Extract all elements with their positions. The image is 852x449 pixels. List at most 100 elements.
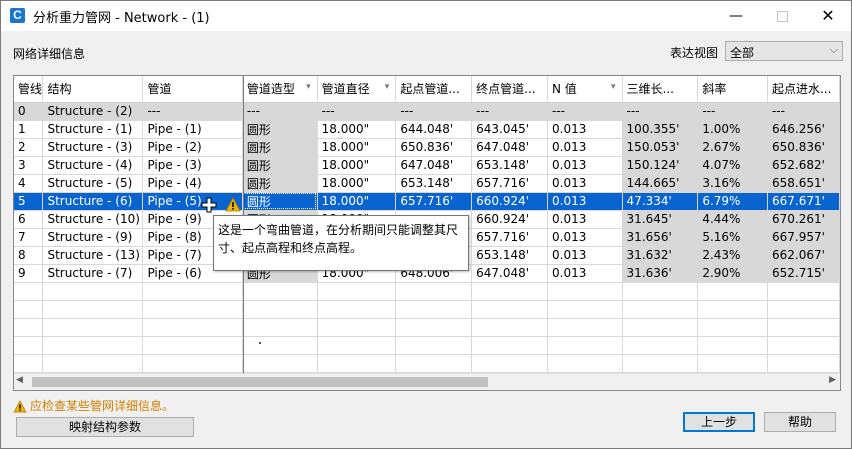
table-cell[interactable]: Structure - (13) — [42, 246, 144, 265]
column-header[interactable]: 管道直径 ▾ — [317, 76, 397, 103]
table-row[interactable]: 2 Structure - (3) Pipe - (2) 圆形 18.000" 650.8… — [14, 138, 840, 157]
maximize-button[interactable] — [759, 1, 805, 31]
table-row[interactable]: 3 Structure - (4) Pipe - (3) 圆形 18.000" 647.0… — [14, 156, 840, 175]
table-cell[interactable]: 7 — [14, 228, 44, 247]
table-cell[interactable]: 圆形 — [242, 138, 318, 157]
table-cell[interactable]: 31.636' — [622, 264, 699, 283]
column-header[interactable]: N 值 ▾ — [547, 76, 623, 103]
table-cell[interactable]: 657.716' — [471, 174, 548, 193]
table-cell[interactable]: 660.924' — [471, 192, 548, 211]
table-cell[interactable]: 650.836' — [395, 138, 473, 157]
scroll-right-icon[interactable]: ▶ — [829, 375, 836, 385]
table-cell[interactable]: 0.013 — [547, 210, 623, 229]
table-cell[interactable]: --- — [395, 102, 473, 121]
table-cell[interactable]: Structure - (7) — [42, 264, 144, 283]
table-cell[interactable]: 646.256' — [767, 120, 840, 139]
table-cell[interactable]: Structure - (5) — [42, 174, 144, 193]
table-cell[interactable]: 0.013 — [547, 156, 623, 175]
view-select[interactable]: 全部 ⌵ — [725, 41, 843, 61]
table-cell[interactable]: 18.000" — [317, 120, 397, 139]
table-cell[interactable]: 0.013 — [547, 120, 623, 139]
scrollbar-thumb[interactable] — [32, 377, 488, 387]
table-cell[interactable]: 5.16% — [697, 228, 768, 247]
column-header[interactable]: 管线 — [14, 76, 44, 103]
table-cell[interactable]: 652.715' — [767, 264, 840, 283]
table-cell[interactable]: 47.334' — [622, 192, 699, 211]
table-cell[interactable]: 圆形 — [242, 174, 318, 193]
table-cell[interactable]: 657.716' — [471, 228, 548, 247]
table-cell[interactable]: 2.90% — [697, 264, 768, 283]
minimize-button[interactable]: — — [713, 1, 759, 31]
table-cell[interactable]: 1 — [14, 120, 44, 139]
table-cell[interactable]: --- — [317, 102, 397, 121]
table-cell[interactable]: 0 — [14, 102, 44, 121]
table-cell[interactable]: 6 — [14, 210, 44, 229]
table-cell[interactable]: 660.924' — [471, 210, 548, 229]
table-cell[interactable]: 圆形 — [242, 120, 318, 139]
table-cell[interactable]: 5 — [14, 192, 44, 211]
table-cell[interactable]: 9 — [14, 264, 44, 283]
table-cell[interactable]: 643.045' — [471, 120, 548, 139]
table-cell[interactable]: 18.000" — [317, 192, 397, 211]
table-cell[interactable]: 658.651' — [767, 174, 840, 193]
table-cell[interactable]: 圆形 — [242, 192, 318, 211]
back-button[interactable]: 上一步 — [683, 412, 755, 432]
column-header[interactable]: 结构 — [42, 76, 144, 103]
column-header[interactable]: 三维长... — [622, 76, 699, 103]
table-cell[interactable]: 653.148' — [471, 246, 548, 265]
table-cell[interactable]: 圆形 — [242, 156, 318, 175]
table-cell[interactable]: --- — [242, 102, 318, 121]
table-cell[interactable]: 0.013 — [547, 138, 623, 157]
table-cell[interactable]: 18.000" — [317, 174, 397, 193]
table-cell[interactable]: --- — [622, 102, 699, 121]
table-cell[interactable]: Structure - (1) — [42, 120, 144, 139]
table-cell[interactable]: 1.00% — [697, 120, 768, 139]
table-cell[interactable]: Structure - (6) — [42, 192, 144, 211]
table-cell[interactable]: 31.656' — [622, 228, 699, 247]
table-cell[interactable]: --- — [767, 102, 840, 121]
table-cell[interactable]: 4.07% — [697, 156, 768, 175]
table-cell[interactable]: 0.013 — [547, 174, 623, 193]
table-cell[interactable]: 647.048' — [471, 264, 548, 283]
column-header[interactable]: 管道 — [142, 76, 243, 103]
table-cell[interactable]: 657.716' — [395, 192, 473, 211]
scroll-left-icon[interactable]: ◀ — [16, 375, 23, 385]
table-cell[interactable]: --- — [697, 102, 768, 121]
table-cell[interactable]: Structure - (2) — [42, 102, 144, 121]
table-cell[interactable]: 667.671' — [767, 192, 840, 211]
table-cell[interactable]: 647.048' — [471, 138, 548, 157]
table-cell[interactable]: 0.013 — [547, 192, 623, 211]
help-button[interactable]: 帮助 — [764, 412, 836, 432]
column-header[interactable]: 斜率 — [697, 76, 768, 103]
table-cell[interactable]: 18.000" — [317, 138, 397, 157]
table-cell[interactable]: 31.632' — [622, 246, 699, 265]
table-cell[interactable]: 8 — [14, 246, 44, 265]
table-cell[interactable]: Pipe - (3) — [142, 156, 243, 175]
column-header[interactable]: 起点管道... — [395, 76, 473, 103]
table-cell[interactable]: 4.44% — [697, 210, 768, 229]
horizontal-scrollbar[interactable]: ◀ ▶ — [14, 373, 840, 390]
table-cell[interactable]: --- — [547, 102, 623, 121]
column-header[interactable]: 起点进水... — [767, 76, 840, 103]
table-cell[interactable]: 6.79% — [697, 192, 768, 211]
table-row[interactable]: 1 Structure - (1) Pipe - (1) 圆形 18.000" 644.0… — [14, 120, 840, 139]
table-cell[interactable]: 31.645' — [622, 210, 699, 229]
table-cell[interactable]: 0.013 — [547, 228, 623, 247]
table-cell[interactable]: 653.148' — [395, 174, 473, 193]
table-cell[interactable]: --- — [471, 102, 548, 121]
table-cell[interactable]: 647.048' — [395, 156, 473, 175]
table-cell[interactable]: 150.124' — [622, 156, 699, 175]
column-header[interactable]: 终点管道... — [471, 76, 548, 103]
table-cell[interactable]: Structure - (10) — [42, 210, 144, 229]
table-cell[interactable]: 2.67% — [697, 138, 768, 157]
table-cell[interactable]: 670.261' — [767, 210, 840, 229]
table-cell[interactable]: 2.43% — [697, 246, 768, 265]
table-cell[interactable]: Structure - (3) — [42, 138, 144, 157]
table-cell[interactable]: 144.665' — [622, 174, 699, 193]
column-header[interactable]: 管道造型 ▾ — [242, 76, 318, 103]
table-cell[interactable]: 653.148' — [471, 156, 548, 175]
table-cell[interactable]: 667.957' — [767, 228, 840, 247]
table-cell[interactable]: Pipe - (2) — [142, 138, 243, 157]
table-cell[interactable]: 3 — [14, 156, 44, 175]
table-cell[interactable]: 0.013 — [547, 264, 623, 283]
